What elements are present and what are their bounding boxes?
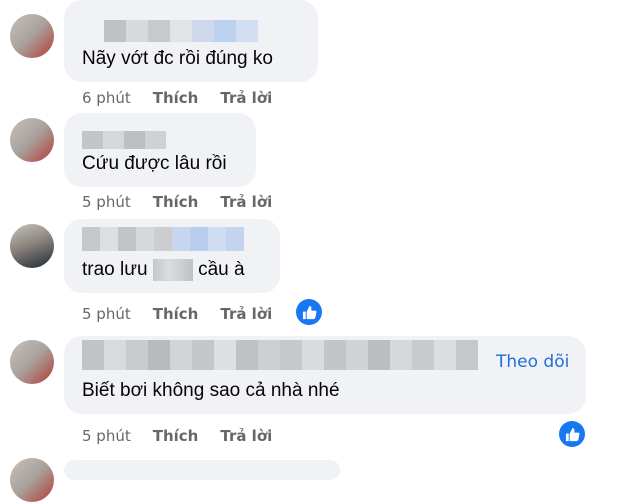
commenter-name-blurred[interactable] [82, 227, 244, 251]
commenter-name-blurred[interactable] [104, 20, 258, 42]
reply-button[interactable]: Trả lời [220, 305, 272, 323]
comment-bubble: trao lưu cầu à [64, 219, 280, 293]
comment-text: Nãy vớt đc rồi đúng ko [82, 48, 273, 69]
follow-button[interactable]: Theo dõi [496, 352, 569, 372]
like-reaction-icon[interactable] [559, 421, 585, 447]
commenter-name-blurred[interactable] [82, 340, 478, 370]
avatar[interactable] [10, 224, 54, 268]
comment-text: trao lưu cầu à [82, 259, 245, 281]
like-reaction-icon[interactable] [296, 299, 322, 325]
comment-time[interactable]: 5 phút [82, 193, 131, 211]
like-button[interactable]: Thích [153, 89, 199, 107]
like-button[interactable]: Thích [153, 305, 199, 323]
comment-actions: 5 phút Thích Trả lời [82, 305, 272, 323]
comment-bubble: Nãy vớt đc rồi đúng ko [64, 0, 318, 82]
reply-button[interactable]: Trả lời [220, 193, 272, 211]
avatar[interactable] [10, 458, 54, 502]
like-button[interactable]: Thích [153, 427, 199, 445]
avatar[interactable] [10, 118, 54, 162]
comment-actions: 5 phút Thích Trả lời [82, 427, 272, 445]
reply-button[interactable]: Trả lời [220, 89, 272, 107]
reply-button[interactable]: Trả lời [220, 427, 272, 445]
comment-time[interactable]: 6 phút [82, 89, 131, 107]
avatar[interactable] [10, 340, 54, 384]
comment-time[interactable]: 5 phút [82, 305, 131, 323]
like-button[interactable]: Thích [153, 193, 199, 211]
avatar[interactable] [10, 14, 54, 58]
comment-time[interactable]: 5 phút [82, 427, 131, 445]
comment-bubble [64, 460, 340, 480]
comment-actions: 5 phút Thích Trả lời [82, 193, 272, 211]
comment-text: Biết bơi không sao cả nhà nhé [82, 380, 340, 401]
comment-actions: 6 phút Thích Trả lời [82, 89, 272, 107]
censored-word [152, 259, 193, 281]
comment-bubble: Theo dõi Biết bơi không sao cả nhà nhé [64, 336, 586, 414]
commenter-name-blurred[interactable] [82, 131, 166, 149]
comment-text: Cứu được lâu rồi [82, 153, 227, 174]
comment-bubble: Cứu được lâu rồi [64, 113, 256, 187]
